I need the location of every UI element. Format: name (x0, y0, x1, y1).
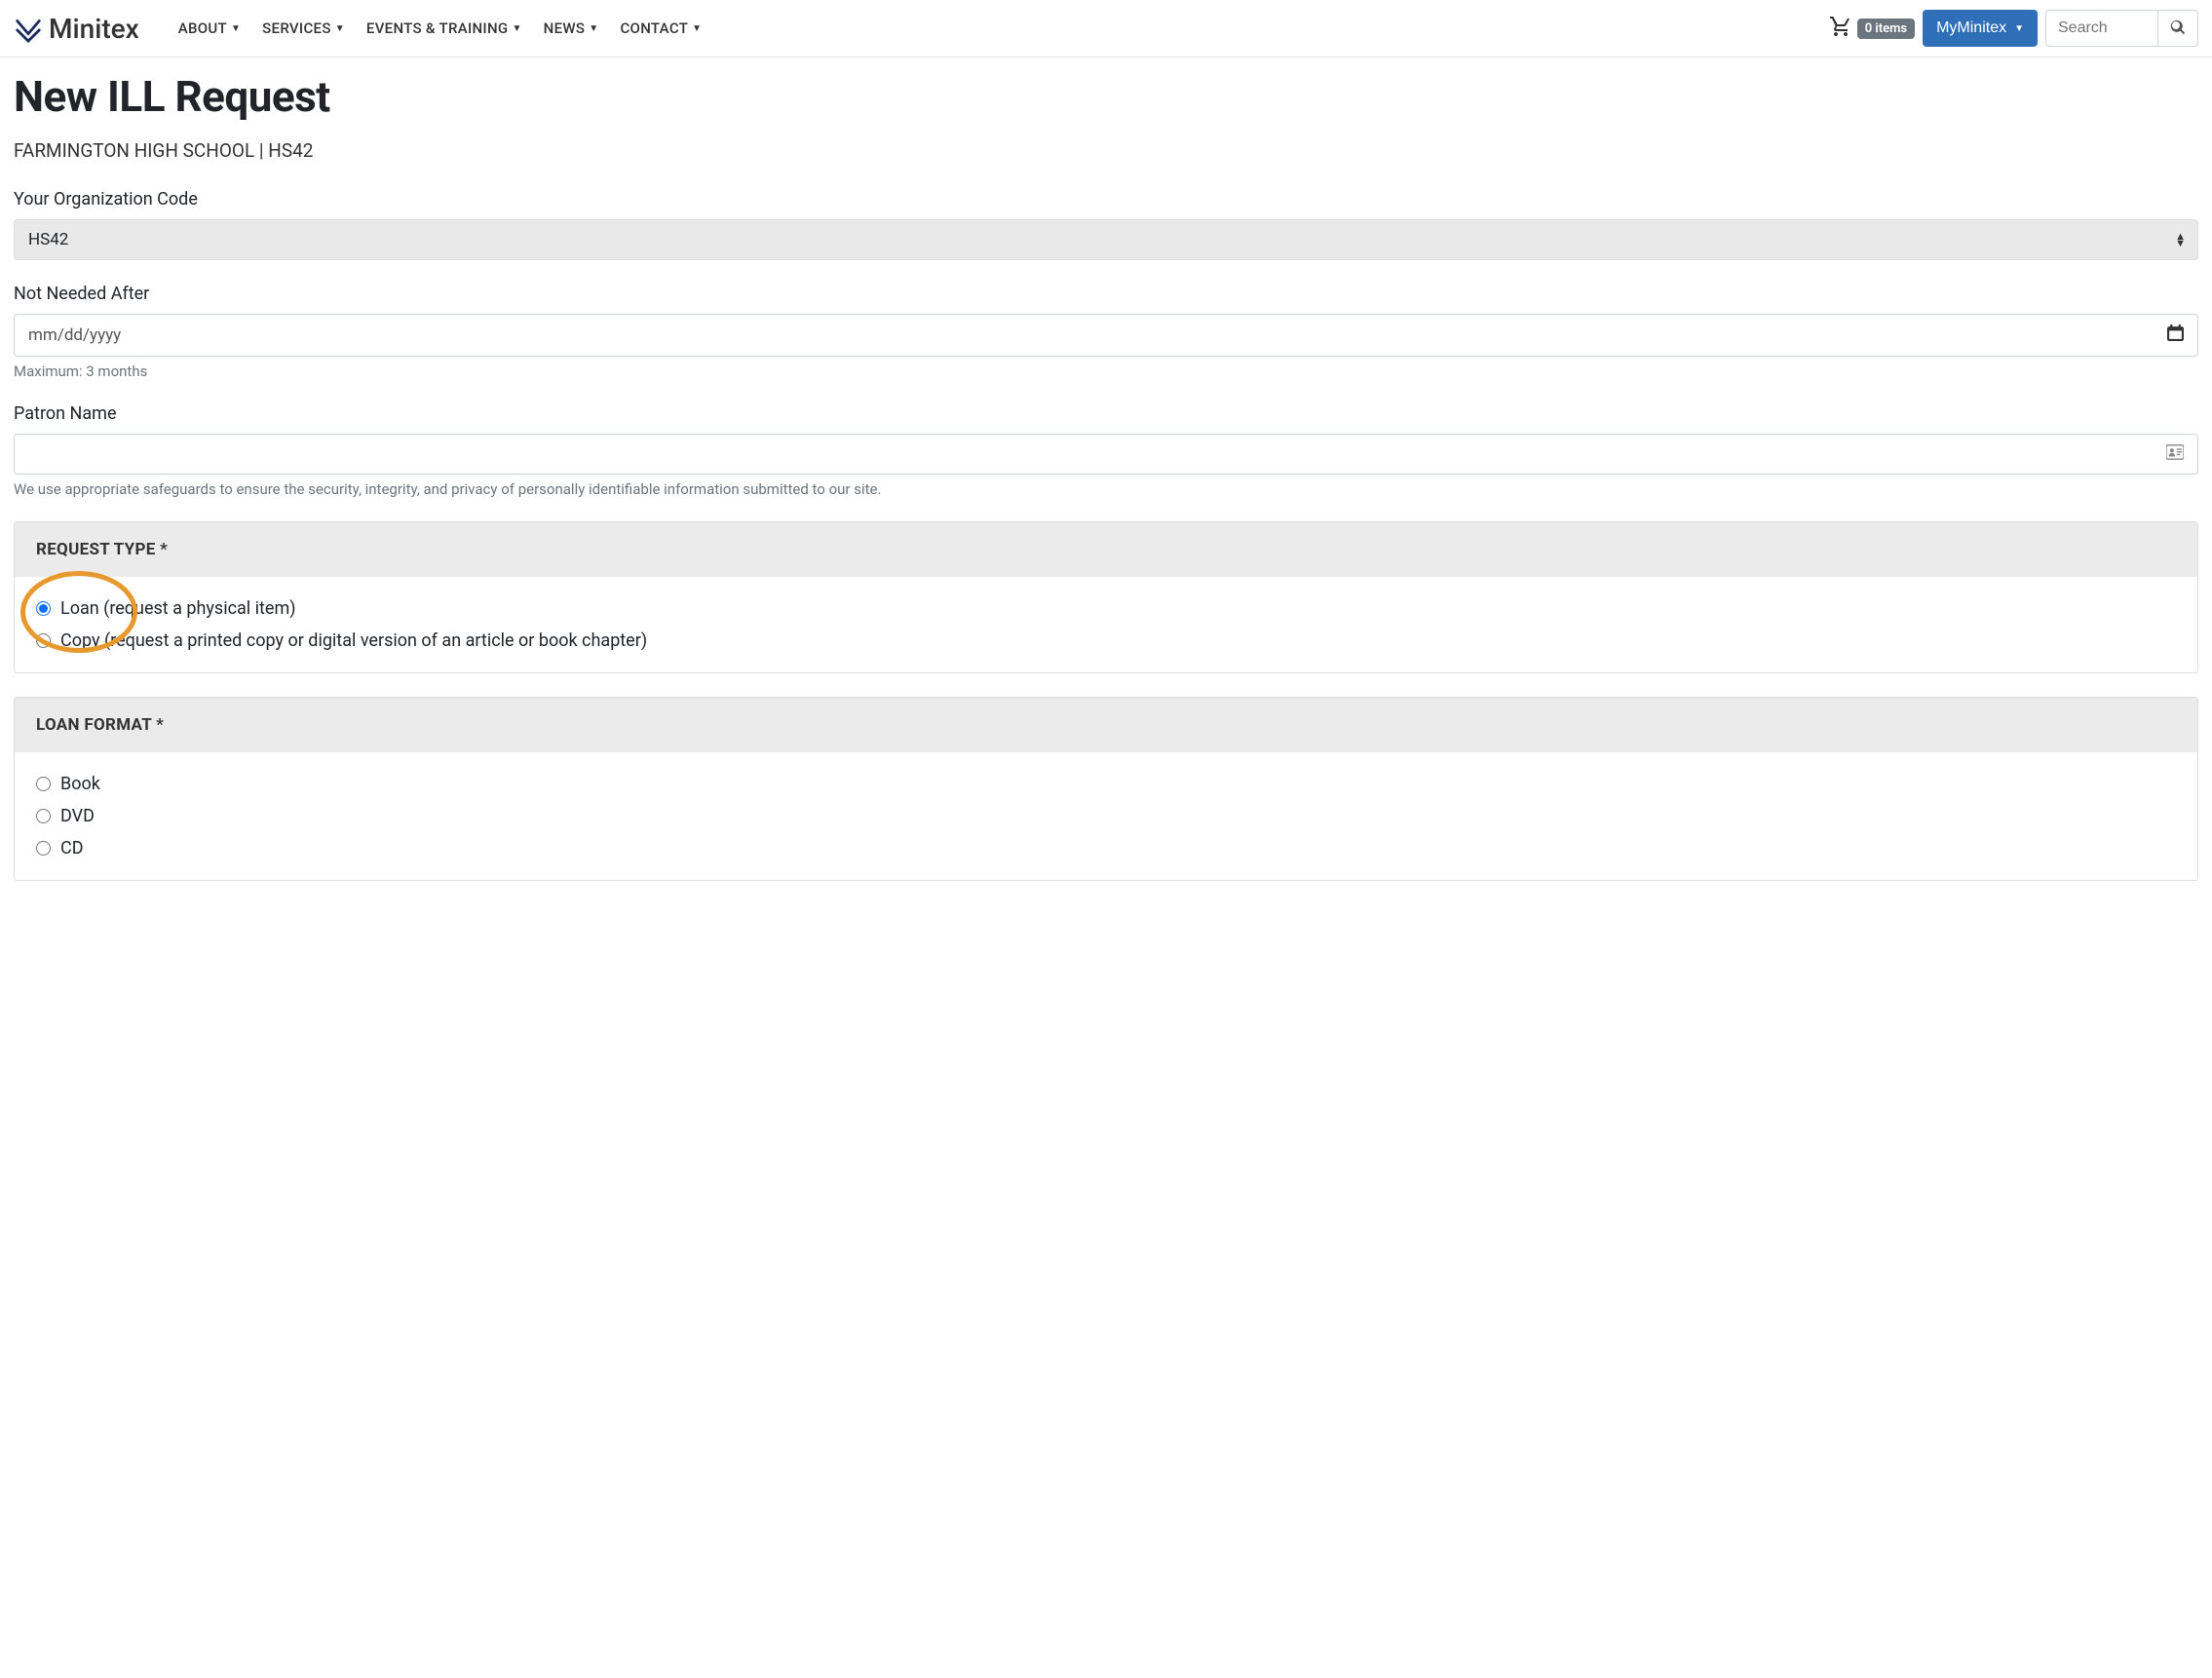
request-type-section: REQUEST TYPE * Loan (request a physical … (14, 521, 2198, 673)
patron-helper: We use appropriate safeguards to ensure … (14, 480, 2198, 498)
radio-cd-label: CD (60, 838, 84, 858)
logo-text: Minitex (49, 13, 139, 45)
caret-down-icon: ▼ (589, 23, 598, 34)
patron-name-label: Patron Name (14, 403, 2198, 424)
radio-book-label: Book (60, 774, 100, 794)
caret-down-icon: ▼ (512, 23, 521, 34)
logo-icon (14, 14, 43, 43)
radio-book-input[interactable] (36, 777, 51, 791)
radio-loan-input[interactable] (36, 601, 51, 616)
contact-card-icon (2166, 444, 2184, 464)
cart-button[interactable]: 0 items (1828, 15, 1915, 42)
nav-events-training[interactable]: EVENTS & TRAINING▼ (366, 19, 522, 37)
radio-copy-label: Copy (request a printed copy or digital … (60, 630, 647, 651)
main-nav: ABOUT▼ SERVICES▼ EVENTS & TRAINING▼ NEWS… (178, 19, 703, 37)
request-type-body: Loan (request a physical item) Copy (req… (15, 577, 2197, 672)
caret-down-icon: ▼ (231, 23, 241, 34)
caret-down-icon: ▼ (335, 23, 345, 34)
loan-format-dvd[interactable]: DVD (36, 806, 2176, 826)
nav-contact[interactable]: CONTACT▼ (620, 19, 702, 37)
loan-format-section: LOAN FORMAT * Book DVD CD (14, 697, 2198, 881)
calendar-icon (2167, 324, 2184, 346)
nav-services[interactable]: SERVICES▼ (262, 19, 345, 37)
search (2045, 10, 2198, 47)
loan-format-body: Book DVD CD (15, 752, 2197, 880)
nav-news[interactable]: NEWS▼ (544, 19, 599, 37)
caret-down-icon: ▼ (692, 23, 702, 34)
org-code-label: Your Organization Code (14, 189, 2198, 210)
myminitex-button[interactable]: MyMinitex ▼ (1923, 10, 2038, 47)
site-header: Minitex ABOUT▼ SERVICES▼ EVENTS & TRAINI… (0, 0, 2212, 57)
request-type-header: REQUEST TYPE * (15, 522, 2197, 577)
page-title: New ILL Request (14, 71, 2198, 122)
cart-badge: 0 items (1857, 19, 1915, 39)
nav-about[interactable]: ABOUT▼ (178, 19, 241, 37)
logo[interactable]: Minitex (14, 13, 139, 45)
org-code-select[interactable]: HS42 ▲▼ (14, 219, 2198, 260)
loan-format-header: LOAN FORMAT * (15, 698, 2197, 752)
patron-name-field[interactable] (14, 434, 2198, 475)
loan-format-book[interactable]: Book (36, 774, 2176, 794)
search-input[interactable] (2045, 10, 2158, 47)
radio-dvd-input[interactable] (36, 809, 51, 823)
select-arrows-icon: ▲▼ (2175, 233, 2186, 247)
not-needed-date-input[interactable]: mm/dd/yyyy (14, 314, 2198, 357)
loan-format-cd[interactable]: CD (36, 838, 2176, 858)
page-subtitle: FARMINGTON HIGH SCHOOL | HS42 (14, 139, 2198, 162)
cart-icon (1828, 15, 1853, 42)
search-icon (2170, 23, 2186, 38)
date-placeholder: mm/dd/yyyy (28, 325, 121, 345)
not-needed-label: Not Needed After (14, 284, 2198, 304)
radio-loan-label: Loan (request a physical item) (60, 598, 296, 619)
header-right: 0 items MyMinitex ▼ (1828, 10, 2198, 47)
request-type-copy[interactable]: Copy (request a printed copy or digital … (36, 630, 2176, 651)
org-code-value: HS42 (28, 230, 68, 249)
date-helper: Maximum: 3 months (14, 362, 2198, 380)
search-button[interactable] (2158, 10, 2198, 47)
patron-name-input[interactable] (28, 444, 2166, 464)
radio-copy-input[interactable] (36, 633, 51, 648)
radio-dvd-label: DVD (60, 806, 95, 826)
caret-down-icon: ▼ (2014, 23, 2024, 34)
radio-cd-input[interactable] (36, 841, 51, 856)
main-content: New ILL Request FARMINGTON HIGH SCHOOL |… (0, 57, 2212, 914)
request-type-loan[interactable]: Loan (request a physical item) (36, 598, 2176, 619)
